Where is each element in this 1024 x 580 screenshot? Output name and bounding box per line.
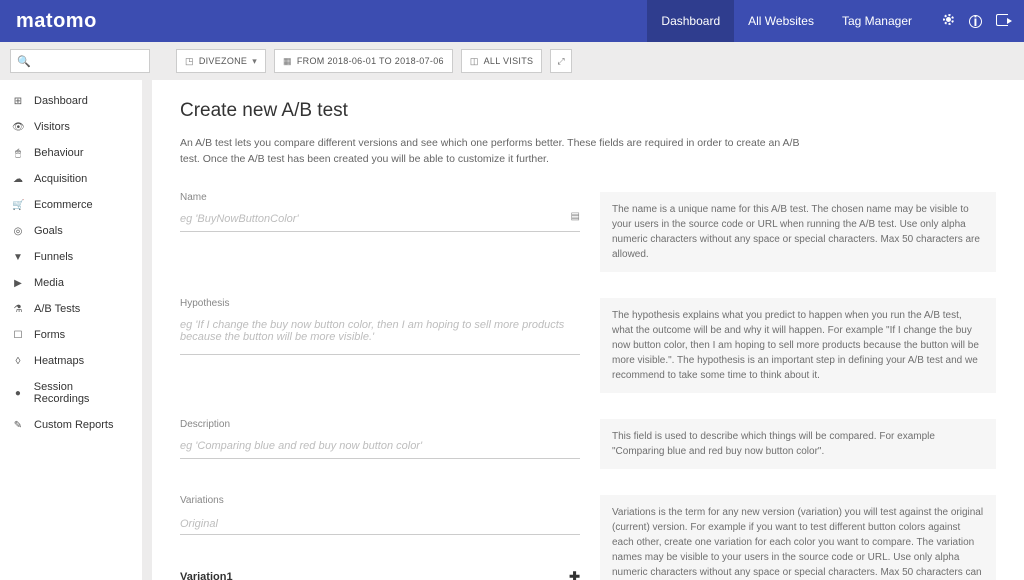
sidebar-item-label: Funnels	[34, 251, 73, 263]
variation-original-label: Original	[180, 518, 218, 530]
behaviour-icon: 🖱	[12, 148, 24, 159]
date-range-label: FROM 2018-06-01 TO 2018-07-06	[297, 56, 444, 66]
sidebar-item-funnels[interactable]: ▼ Funnels	[0, 244, 142, 270]
sidebar-item-behaviour[interactable]: 🖱 Behaviour	[0, 140, 142, 166]
clipboard-icon[interactable]: ▤	[571, 211, 580, 222]
sidebar-item-label: Forms	[34, 329, 65, 341]
forms-icon: ☐	[12, 330, 24, 341]
hypothesis-label: Hypothesis	[180, 298, 580, 309]
top-icons: i	[926, 13, 1024, 29]
description-input[interactable]	[180, 436, 580, 459]
variations-label: Variations	[180, 495, 580, 506]
sidebar-item-label: Heatmaps	[34, 355, 84, 367]
nav-tag-manager[interactable]: Tag Manager	[828, 0, 926, 42]
site-selector-label: DIVEZONE	[199, 56, 247, 66]
page-intro: An A/B test lets you compare different v…	[180, 136, 820, 168]
nav-dashboard[interactable]: Dashboard	[647, 0, 734, 42]
gear-icon[interactable]	[942, 13, 955, 29]
variation-1-label: Variation1	[180, 571, 233, 580]
variation-1: Variation1 ✚	[180, 563, 580, 580]
field-hypothesis-row: Hypothesis The hypothesis explains what …	[180, 298, 996, 393]
sidebar-item-label: Media	[34, 277, 64, 289]
sidebar-item-label: Acquisition	[34, 173, 87, 185]
sidebar-item-forms[interactable]: ☐ Forms	[0, 322, 142, 348]
name-label: Name	[180, 192, 580, 203]
sidebar-item-dashboard[interactable]: ⊞ Dashboard	[0, 88, 142, 114]
variation-original: Original	[180, 512, 580, 535]
brand-logo: matomo	[0, 10, 97, 33]
name-input[interactable]	[180, 209, 580, 232]
sidebar-item-custom-reports[interactable]: ✎ Custom Reports	[0, 412, 142, 438]
sidebar-item-label: Custom Reports	[34, 419, 113, 431]
sidebar-item-label: Dashboard	[34, 95, 88, 107]
segment-icon: ◫	[470, 56, 479, 67]
sidebar-item-visitors[interactable]: 👁 Visitors	[0, 114, 142, 140]
funnels-icon: ▼	[12, 252, 24, 263]
sidebar-item-label: Goals	[34, 225, 63, 237]
page-title: Create new A/B test	[180, 100, 996, 122]
top-bar: matomo Dashboard All Websites Tag Manage…	[0, 0, 1024, 42]
visitors-icon: 👁	[12, 122, 24, 133]
signout-icon[interactable]	[996, 13, 1008, 29]
add-variation-icon[interactable]: ✚	[569, 569, 580, 580]
acquisition-icon: ☁	[12, 174, 24, 185]
nav-all-websites[interactable]: All Websites	[734, 0, 828, 42]
goals-icon: ◎	[12, 226, 24, 237]
media-icon: ▶	[12, 278, 24, 289]
sidebar-item-label: Ecommerce	[34, 199, 93, 211]
date-range-selector[interactable]: ▦ FROM 2018-06-01 TO 2018-07-06	[274, 49, 453, 73]
recordings-icon: ●	[12, 388, 24, 399]
sidebar-item-goals[interactable]: ◎ Goals	[0, 218, 142, 244]
sidebar-item-media[interactable]: ▶ Media	[0, 270, 142, 296]
site-selector[interactable]: ◳ DIVEZONE ▾	[176, 49, 266, 73]
field-description-row: Description This field is used to descri…	[180, 419, 996, 469]
control-bar: 🔍 ◳ DIVEZONE ▾ ▦ FROM 2018-06-01 TO 2018…	[0, 42, 1024, 80]
sidebar: ⊞ Dashboard 👁 Visitors 🖱 Behaviour ☁ Acquisi…	[0, 80, 142, 580]
expand-icon: ⤢	[557, 56, 565, 67]
segment-label: ALL VISITS	[484, 56, 534, 66]
sidebar-item-session-recordings[interactable]: ● Session Recordings	[0, 374, 142, 412]
ecommerce-icon: 🛒	[12, 200, 24, 211]
ab-tests-icon: ⚗	[12, 304, 24, 315]
reports-icon: ✎	[12, 420, 24, 431]
description-label: Description	[180, 419, 580, 430]
hypothesis-help: The hypothesis explains what you predict…	[600, 298, 996, 393]
sidebar-item-label: Behaviour	[34, 147, 84, 159]
sidebar-item-acquisition[interactable]: ☁ Acquisition	[0, 166, 142, 192]
search-icon: 🔍	[17, 55, 31, 68]
sidebar-item-label: Visitors	[34, 121, 70, 133]
search-input[interactable]: 🔍	[10, 49, 150, 73]
info-icon[interactable]: i	[969, 13, 982, 29]
top-nav: Dashboard All Websites Tag Manager	[647, 0, 926, 42]
dashboard-icon: ⊞	[12, 96, 24, 107]
sidebar-item-heatmaps[interactable]: ◊ Heatmaps	[0, 348, 142, 374]
name-help: The name is a unique name for this A/B t…	[600, 192, 996, 272]
sidebar-item-abtests[interactable]: ⚗ A/B Tests	[0, 296, 142, 322]
chevron-down-icon: ▾	[252, 56, 257, 67]
variations-help: Variations is the term for any new versi…	[600, 495, 996, 580]
hypothesis-input[interactable]	[180, 315, 580, 355]
expand-button[interactable]: ⤢	[550, 49, 572, 73]
calendar-icon: ▦	[283, 56, 292, 67]
description-help: This field is used to describe which thi…	[600, 419, 996, 469]
sidebar-item-ecommerce[interactable]: 🛒 Ecommerce	[0, 192, 142, 218]
sidebar-item-label: Session Recordings	[34, 381, 130, 405]
field-name-row: Name ▤ The name is a unique name for thi…	[180, 192, 996, 272]
sidebar-item-label: A/B Tests	[34, 303, 80, 315]
heatmaps-icon: ◊	[12, 356, 24, 367]
segment-selector[interactable]: ◫ ALL VISITS	[461, 49, 543, 73]
main-panel: Create new A/B test An A/B test lets you…	[152, 80, 1024, 580]
globe-icon: ◳	[185, 56, 194, 67]
field-variations-row: Variations Original Variation1 ✚ Variati…	[180, 495, 996, 580]
